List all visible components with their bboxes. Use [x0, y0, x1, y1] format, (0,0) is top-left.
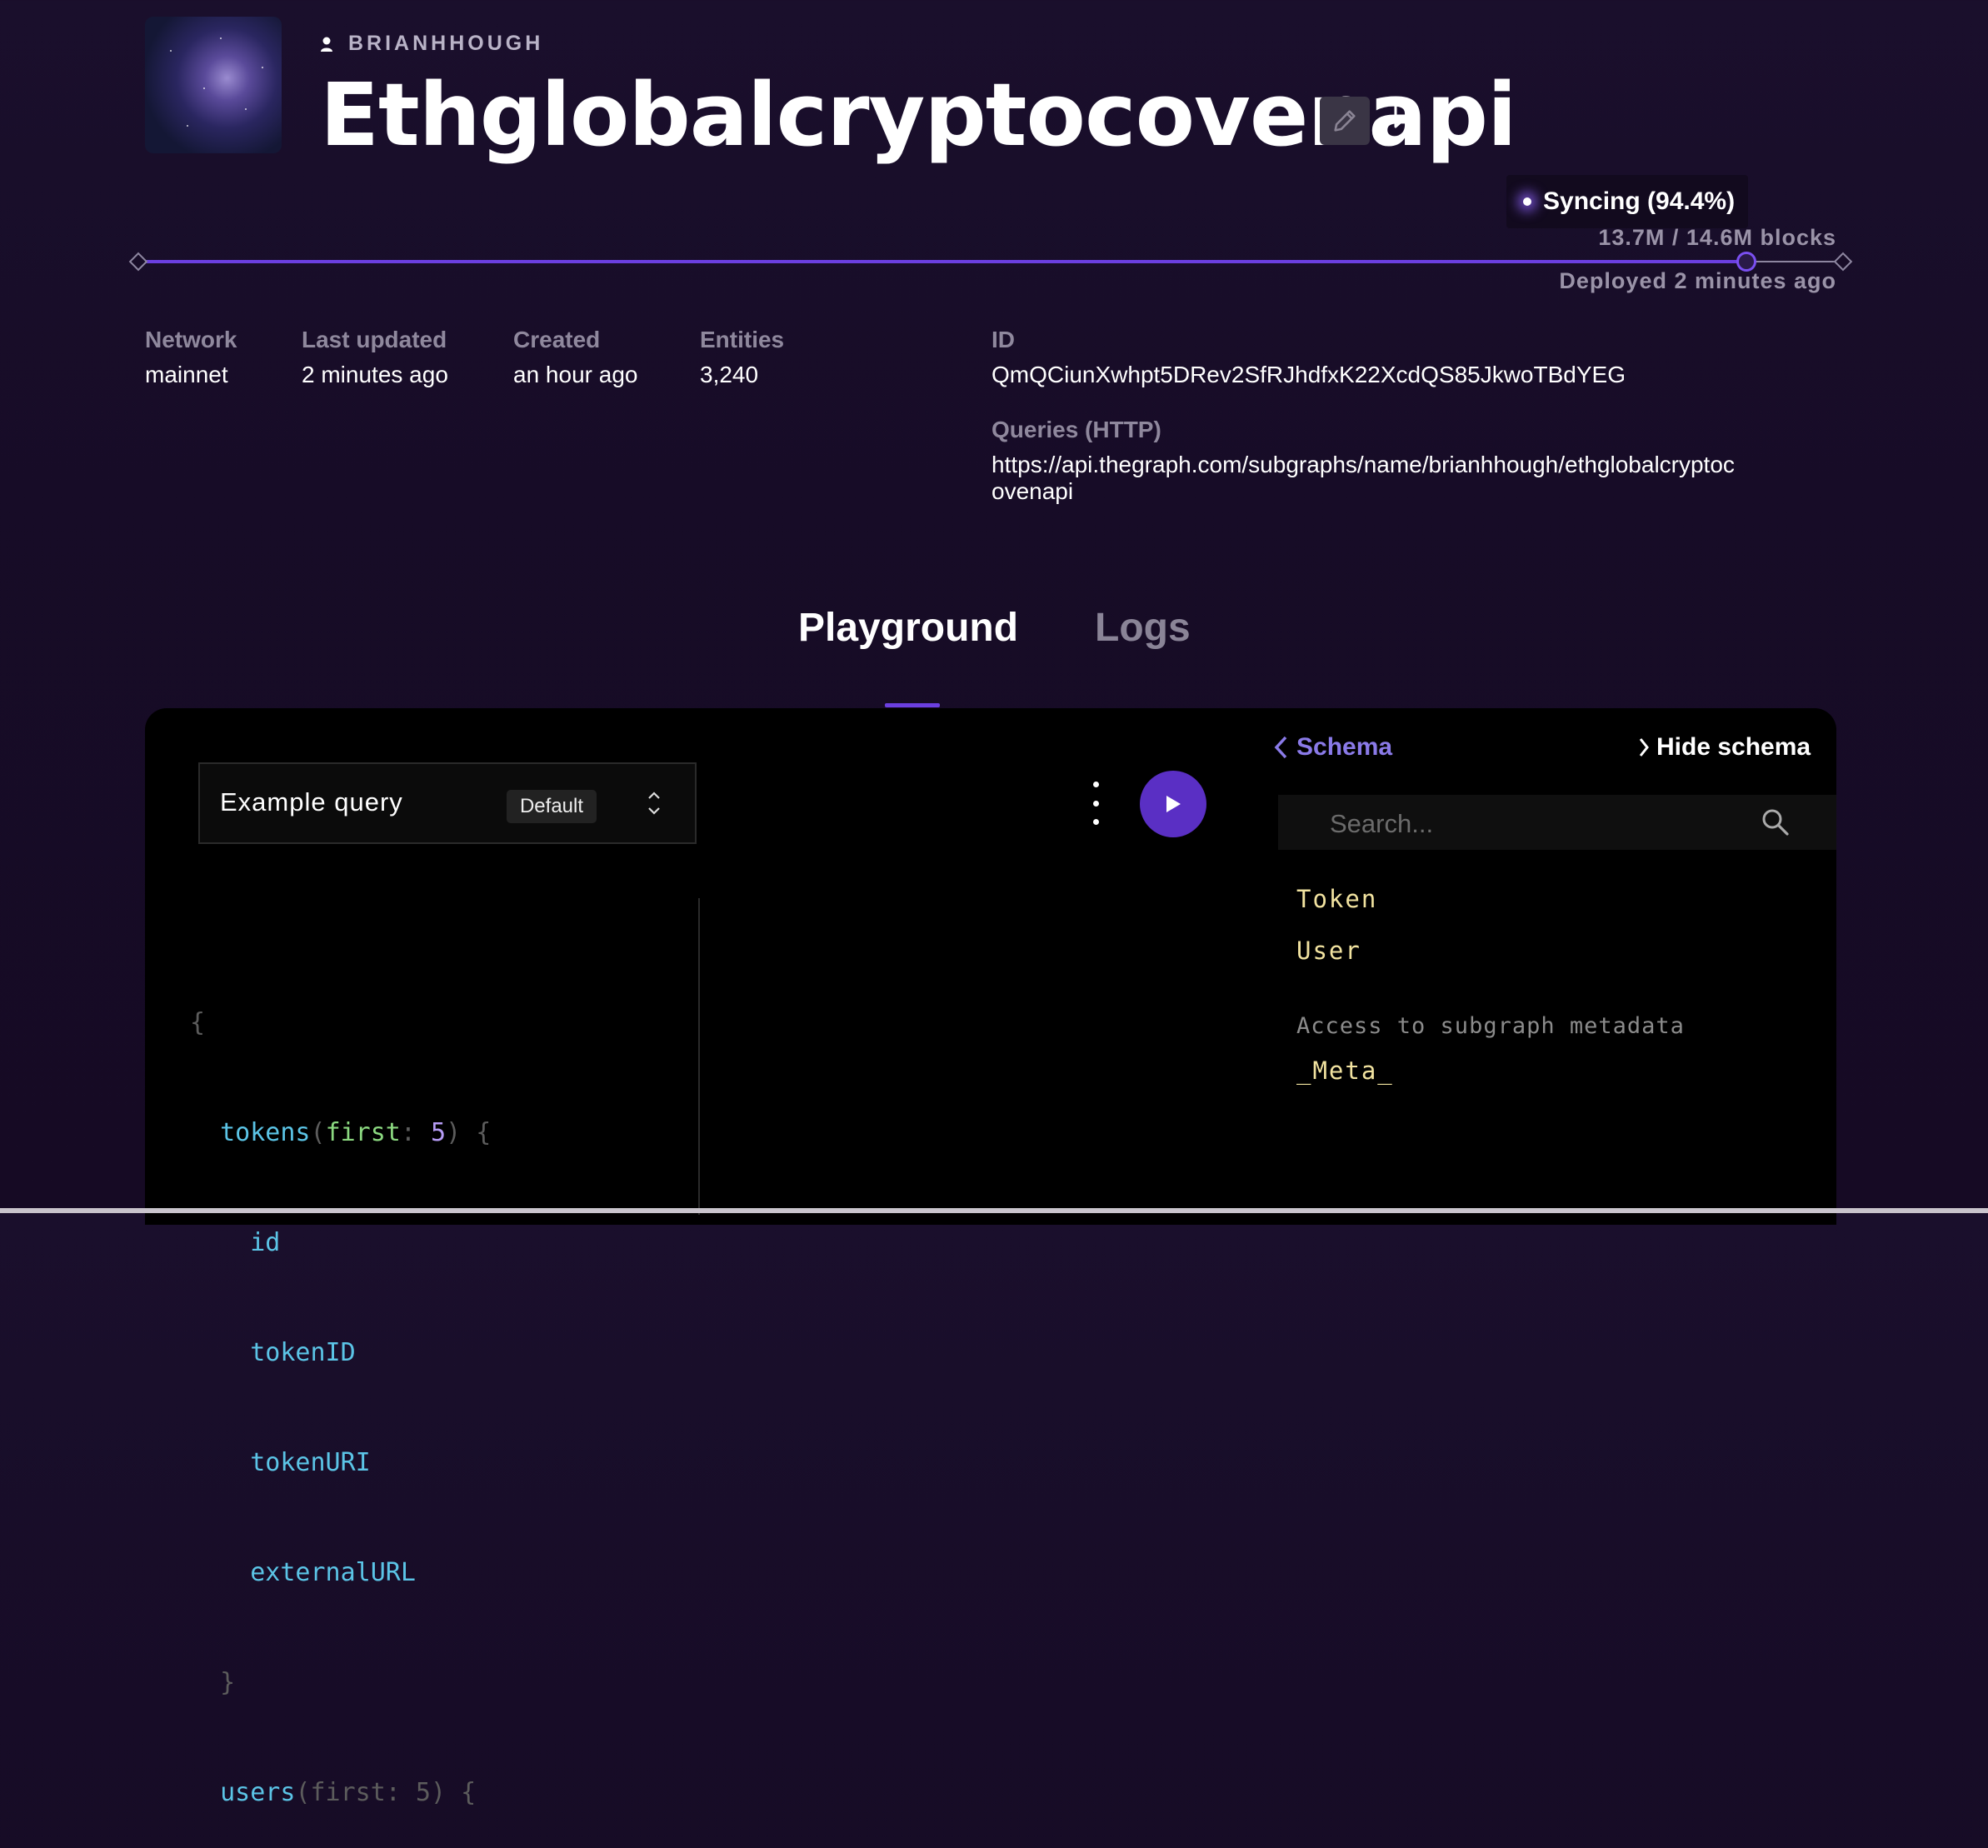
- last-updated-label: Last updated: [302, 327, 447, 352]
- network-value: mainnet: [145, 362, 228, 387]
- query-name: Example query: [220, 787, 403, 817]
- queries-url-line1[interactable]: https://api.thegraph.com/subgraphs/name/…: [992, 452, 1735, 478]
- chevron-left-icon: [1274, 736, 1287, 759]
- code-arg: first: [325, 1118, 401, 1147]
- sync-status-text: Syncing (94.4%): [1543, 187, 1736, 215]
- user-icon: [321, 37, 332, 52]
- search-icon[interactable]: [1760, 807, 1791, 838]
- code-brace: {: [476, 1118, 492, 1147]
- progress-end-marker: [1833, 252, 1853, 272]
- hide-schema-label: Hide schema: [1656, 733, 1811, 761]
- run-query-button[interactable]: [1140, 771, 1206, 837]
- hide-schema-button[interactable]: Hide schema: [1638, 733, 1811, 762]
- default-badge: Default: [507, 790, 597, 823]
- created-value: an hour ago: [513, 362, 638, 387]
- window-bottom-edge: [0, 1208, 1988, 1213]
- edit-button[interactable]: [1320, 97, 1370, 145]
- tab-logs[interactable]: Logs: [1095, 605, 1191, 651]
- owner-name: BRIANHHOUGH: [348, 32, 544, 55]
- schema-search-input[interactable]: [1328, 805, 1731, 843]
- tab-playground[interactable]: Playground: [798, 605, 1018, 651]
- pencil-icon: [1334, 110, 1356, 132]
- code-punct: (first: 5) {: [295, 1778, 477, 1807]
- owner-link[interactable]: BRIANHHOUGH: [320, 32, 543, 56]
- entities-label: Entities: [700, 327, 785, 352]
- code-field: tokenURI: [250, 1448, 371, 1477]
- sync-status-badge: Syncing (94.4%): [1506, 175, 1749, 228]
- code-field: externalURL: [250, 1558, 416, 1587]
- active-tab-indicator: [885, 703, 940, 707]
- sync-progress-track: [138, 260, 1746, 263]
- code-punct: :: [400, 1118, 416, 1147]
- code-brace: }: [220, 1668, 236, 1697]
- created-label: Created: [513, 327, 601, 352]
- sync-progress-remaining: [1746, 261, 1841, 262]
- schema-type-user[interactable]: User: [1296, 936, 1361, 965]
- queries-url-line2[interactable]: ovenapi: [992, 478, 1073, 505]
- code-field: tokens: [220, 1118, 311, 1147]
- progress-start-marker: [128, 252, 148, 272]
- network-label: Network: [145, 327, 237, 352]
- play-icon: [1166, 796, 1181, 812]
- last-updated-value: 2 minutes ago: [302, 362, 448, 387]
- code-field: tokenID: [250, 1338, 356, 1367]
- updown-chevron-icon[interactable]: [645, 787, 663, 820]
- schema-type-meta[interactable]: _Meta_: [1296, 1056, 1394, 1085]
- bookmark-icon: [1394, 101, 1412, 128]
- chevron-right-icon: [1639, 738, 1649, 757]
- entities-value: 3,240: [700, 362, 759, 387]
- code-brace: {: [190, 1008, 206, 1037]
- deployed-time: Deployed 2 minutes ago: [1559, 268, 1836, 293]
- schema-meta-description: Access to subgraph metadata: [1296, 1013, 1685, 1039]
- queries-label: Queries (HTTP): [992, 417, 1161, 442]
- kebab-menu-icon[interactable]: [1091, 782, 1100, 825]
- query-editor[interactable]: { tokens(first: 5) { id tokenID tokenURI…: [190, 931, 491, 1848]
- schema-type-token[interactable]: Token: [1296, 885, 1377, 913]
- sync-indicator-dot: [1523, 197, 1531, 206]
- code-number: 5: [431, 1118, 447, 1147]
- code-punct: (: [310, 1118, 326, 1147]
- id-label: ID: [992, 327, 1015, 352]
- deployment-id[interactable]: QmQCiunXwhpt5DRev2SfRJhdfxK22XcdQS85Jkwo…: [992, 362, 1626, 388]
- code-field: users: [220, 1778, 296, 1807]
- schema-back-label: Schema: [1296, 733, 1393, 761]
- code-punct: ): [446, 1118, 462, 1147]
- subgraph-image: [145, 17, 282, 153]
- code-field: id: [250, 1228, 281, 1257]
- schema-back-button[interactable]: Schema: [1273, 733, 1392, 762]
- sync-blocks: 13.7M / 14.6M blocks: [1598, 225, 1836, 250]
- editor-divider: [698, 898, 700, 1215]
- bookmark-button[interactable]: [1390, 97, 1416, 133]
